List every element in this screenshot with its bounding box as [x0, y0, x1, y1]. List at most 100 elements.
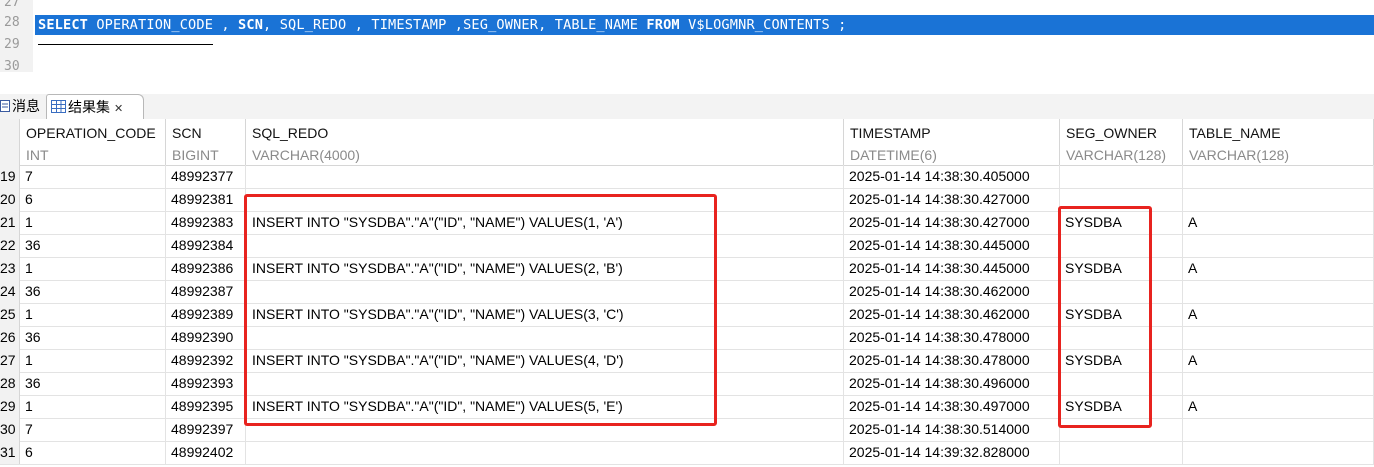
row-number: 21 [0, 211, 20, 234]
tab-result-set[interactable]: 结果集 ✕ [46, 94, 144, 119]
sql-text: , SQL_REDO , TIMESTAMP ,SEG_OWNER, TABLE… [263, 17, 647, 33]
sql-text: OPERATION_CODE , [88, 17, 239, 33]
table-cell-op[interactable]: 36 [20, 326, 166, 349]
table-cell-owner[interactable] [1060, 165, 1183, 188]
table-cell-scn[interactable]: 48992389 [166, 303, 246, 326]
column-name: SEG_OWNER [1066, 125, 1158, 141]
column-name: TABLE_NAME [1189, 125, 1281, 141]
table-cell-redo[interactable] [246, 165, 844, 188]
table-cell-scn[interactable]: 48992377 [166, 165, 246, 188]
table-cell-ts[interactable]: 2025-01-14 14:38:30.478000 [844, 349, 1060, 372]
table-cell-op[interactable]: 1 [20, 303, 166, 326]
sql-editor[interactable]: 27 28 29 30 SELECT OPERATION_CODE , SCN,… [0, 0, 1374, 72]
table-cell-op[interactable]: 36 [20, 280, 166, 303]
table-cell-op[interactable]: 1 [20, 211, 166, 234]
column-header[interactable]: SQL_REDO VARCHAR(4000) [246, 119, 844, 165]
line-number-gutter: 27 28 29 30 [0, 0, 33, 72]
tab-messages[interactable]: 消息 [0, 94, 44, 118]
tab-result-label: 结果集 [68, 99, 110, 115]
table-cell-op[interactable]: 1 [20, 349, 166, 372]
column-header[interactable]: TABLE_NAME VARCHAR(128) [1183, 119, 1374, 165]
column-type: VARCHAR(4000) [252, 147, 360, 163]
table-cell-op[interactable]: 36 [20, 372, 166, 395]
column-header[interactable]: TIMESTAMP DATETIME(6) [844, 119, 1060, 165]
text-underline [38, 44, 213, 45]
row-number: 28 [0, 372, 20, 395]
column-header[interactable]: SCN BIGINT [166, 119, 246, 165]
table-cell-ts[interactable]: 2025-01-14 14:38:30.405000 [844, 165, 1060, 188]
table-cell-table[interactable] [1183, 326, 1374, 349]
column-name: SQL_REDO [252, 125, 329, 141]
result-tab-bar: 消息 结果集 ✕ [0, 94, 1374, 120]
table-cell-ts[interactable]: 2025-01-14 14:38:30.462000 [844, 303, 1060, 326]
table-cell-ts[interactable]: 2025-01-14 14:38:30.427000 [844, 188, 1060, 211]
highlight-box-sql-redo [244, 194, 717, 426]
table-cell-ts[interactable]: 2025-01-14 14:38:30.462000 [844, 280, 1060, 303]
table-cell-ts[interactable]: 2025-01-14 14:38:30.497000 [844, 395, 1060, 418]
table-cell-ts[interactable]: 2025-01-14 14:38:30.445000 [844, 257, 1060, 280]
table-cell-scn[interactable]: 48992390 [166, 326, 246, 349]
result-grid[interactable]: OPERATION_CODE INT SCN BIGINT SQL_REDO VARCHA… [0, 119, 1374, 467]
column-header[interactable]: OPERATION_CODE INT [20, 119, 166, 165]
table-cell-table[interactable] [1183, 234, 1374, 257]
sql-keyword: SELECT [38, 17, 89, 33]
table-cell-table[interactable] [1183, 165, 1374, 188]
table-cell-ts[interactable]: 2025-01-14 14:38:30.445000 [844, 234, 1060, 257]
table-cell-redo[interactable] [246, 441, 844, 464]
table-cell-table[interactable]: A [1183, 349, 1374, 372]
table-cell-scn[interactable]: 48992392 [166, 349, 246, 372]
table-cell-scn[interactable]: 48992395 [166, 395, 246, 418]
row-number: 24 [0, 280, 20, 303]
table-cell-op[interactable]: 7 [20, 165, 166, 188]
table-cell-scn[interactable]: 48992402 [166, 441, 246, 464]
table-cell-scn[interactable]: 48992384 [166, 234, 246, 257]
column-type: INT [26, 147, 49, 163]
table-cell-scn[interactable]: 48992381 [166, 188, 246, 211]
column-header[interactable]: SEG_OWNER VARCHAR(128) [1060, 119, 1183, 165]
table-cell-owner[interactable] [1060, 441, 1183, 464]
table-cell-ts[interactable]: 2025-01-14 14:38:30.478000 [844, 326, 1060, 349]
table-cell-table[interactable] [1183, 372, 1374, 395]
table-cell-scn[interactable]: 48992386 [166, 257, 246, 280]
table-cell-op[interactable]: 6 [20, 441, 166, 464]
table-cell-op[interactable]: 36 [20, 234, 166, 257]
row-number: 19 [0, 165, 20, 188]
table-cell-scn[interactable]: 48992387 [166, 280, 246, 303]
table-cell-table[interactable] [1183, 418, 1374, 441]
table-cell-scn[interactable]: 48992397 [166, 418, 246, 441]
row-number: 29 [0, 395, 20, 418]
table-cell-scn[interactable]: 48992393 [166, 372, 246, 395]
table-cell-table[interactable]: A [1183, 257, 1374, 280]
line-number: 29 [4, 37, 20, 52]
table-cell-ts[interactable]: 2025-01-14 14:38:30.496000 [844, 372, 1060, 395]
table-grid-icon [51, 96, 66, 120]
row-number: 26 [0, 326, 20, 349]
table-cell-op[interactable]: 6 [20, 188, 166, 211]
table-row[interactable]: 31 6 48992402 2025-01-14 14:39:32.828000 [0, 441, 1374, 465]
message-icon [0, 95, 10, 119]
close-icon[interactable]: ✕ [114, 103, 123, 115]
tab-messages-label: 消息 [12, 98, 40, 114]
row-number: 22 [0, 234, 20, 257]
table-row[interactable]: 19 7 48992377 2025-01-14 14:38:30.405000 [0, 165, 1374, 189]
table-cell-scn[interactable]: 48992383 [166, 211, 246, 234]
column-name: SCN [172, 125, 202, 141]
table-cell-table[interactable] [1183, 188, 1374, 211]
highlight-box-seg-owner [1058, 206, 1152, 428]
table-cell-op[interactable]: 7 [20, 418, 166, 441]
row-number: 27 [0, 349, 20, 372]
table-cell-op[interactable]: 1 [20, 395, 166, 418]
grid-header: OPERATION_CODE INT SCN BIGINT SQL_REDO VARCHA… [0, 119, 1374, 166]
table-cell-table[interactable]: A [1183, 303, 1374, 326]
table-cell-table[interactable]: A [1183, 395, 1374, 418]
table-cell-table[interactable] [1183, 441, 1374, 464]
table-cell-op[interactable]: 1 [20, 257, 166, 280]
table-cell-ts[interactable]: 2025-01-14 14:38:30.514000 [844, 418, 1060, 441]
sql-statement[interactable]: SELECT OPERATION_CODE , SCN, SQL_REDO , … [38, 16, 846, 34]
table-cell-ts[interactable]: 2025-01-14 14:38:30.427000 [844, 211, 1060, 234]
table-cell-table[interactable]: A [1183, 211, 1374, 234]
row-number: 31 [0, 441, 20, 464]
table-cell-ts[interactable]: 2025-01-14 14:39:32.828000 [844, 441, 1060, 464]
column-type: VARCHAR(128) [1066, 147, 1167, 163]
table-cell-table[interactable] [1183, 280, 1374, 303]
